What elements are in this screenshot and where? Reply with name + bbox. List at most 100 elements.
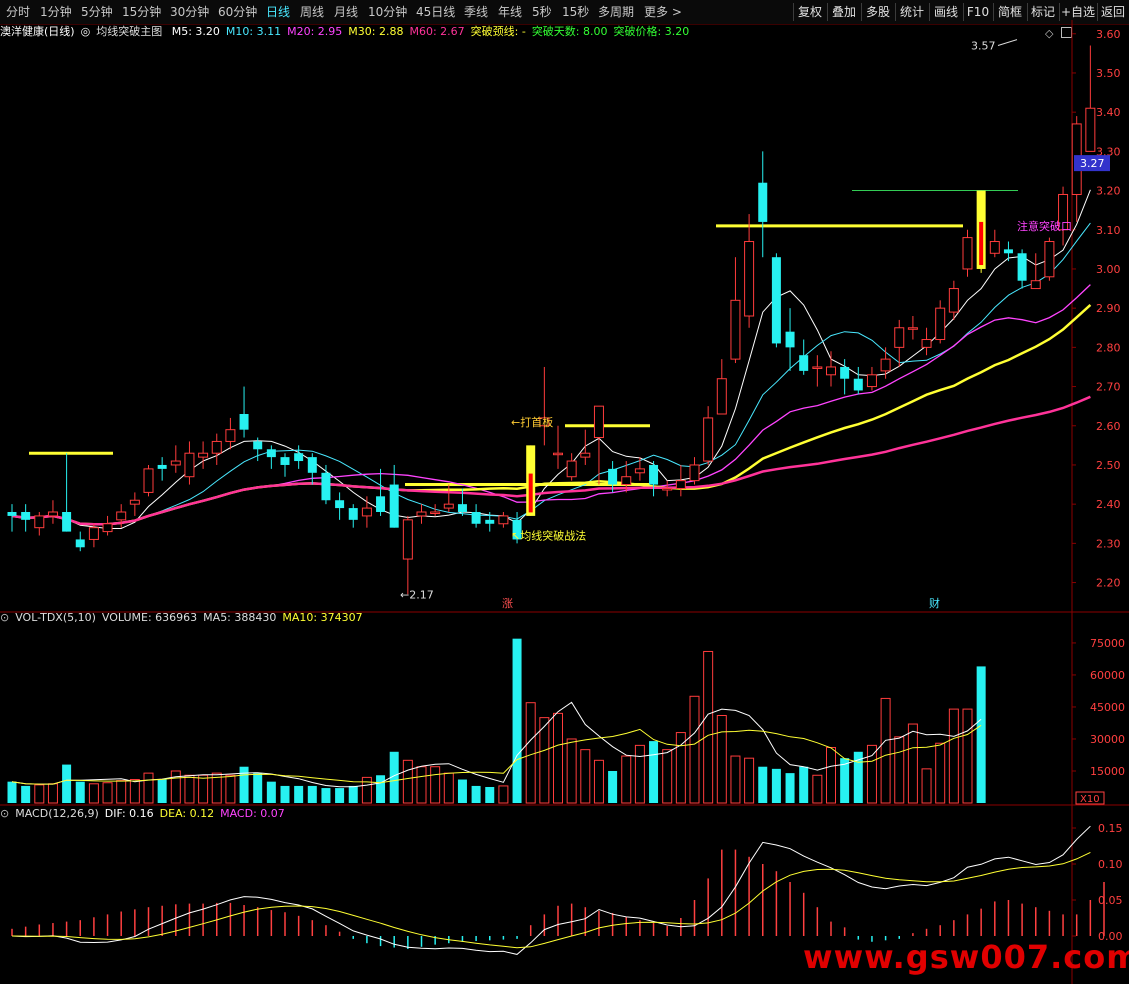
candle-body [239, 414, 249, 430]
volume-bar [129, 779, 140, 804]
volume-tick-label: 45000 [1090, 701, 1125, 714]
candle-body [866, 374, 877, 388]
candle-body [75, 539, 85, 548]
candle-body [553, 452, 563, 456]
candle-body [335, 500, 345, 509]
price-tick-label: 2.60 [1096, 420, 1121, 433]
candle-body [1085, 107, 1096, 152]
candle-core [528, 473, 533, 513]
candle-body [785, 331, 795, 348]
candle-core [979, 221, 984, 266]
ma10-line [11, 222, 1091, 525]
candle-body [1017, 253, 1027, 281]
candle-body [799, 355, 809, 371]
candle-body [812, 366, 823, 369]
candle-body [649, 464, 659, 485]
volume-bar [75, 781, 85, 803]
candle-body [593, 405, 604, 439]
volume-bar [402, 759, 413, 804]
candle-body [184, 452, 195, 478]
price-tick-label: 2.50 [1096, 459, 1121, 472]
candle-body [430, 511, 441, 514]
candle-body [580, 452, 591, 458]
strategy-label: ↖均线突破战法 [511, 529, 586, 543]
volume-bar [266, 781, 276, 803]
price-tick-label: 3.60 [1096, 28, 1121, 41]
volume-bar [47, 783, 58, 804]
volume-bar [198, 774, 209, 804]
candle-body [703, 417, 714, 462]
dif-line [11, 825, 1091, 955]
price-tick-label: 2.20 [1096, 577, 1121, 590]
candle-body [716, 378, 727, 415]
candle-body [47, 511, 58, 517]
finance-marker: 财 [929, 596, 940, 610]
candle-body [198, 452, 209, 458]
limit-up-marker: 涨 [502, 597, 513, 610]
volume-bar [553, 712, 563, 804]
volume-bar [812, 774, 823, 804]
ma20-line [11, 284, 1091, 525]
volume-bar [416, 766, 427, 804]
volume-bar [580, 749, 591, 804]
price-tick-label: 3.20 [1096, 185, 1121, 198]
candle-body [307, 457, 317, 473]
candle-body [7, 512, 17, 516]
candle-body [894, 327, 905, 348]
hit-board-label: ←打首板 [511, 415, 553, 429]
volume-bar [593, 759, 604, 804]
candle-body [1003, 249, 1013, 254]
volume-bar [675, 732, 686, 804]
candle-body [744, 241, 755, 317]
candle-body [921, 339, 932, 348]
candle-body [443, 503, 454, 509]
candle-body [211, 440, 222, 454]
volume-bar [662, 749, 673, 804]
candle-body [675, 480, 686, 489]
candle-body [34, 515, 45, 529]
price-chart[interactable]: 3.603.503.403.303.203.103.002.902.802.70… [0, 20, 1129, 614]
price-tick-label: 2.30 [1096, 537, 1121, 550]
volume-bar [280, 785, 290, 803]
volume-bar [307, 785, 317, 803]
volume-bar [430, 766, 441, 804]
volume-bar [799, 766, 809, 803]
candle-body [129, 499, 140, 505]
volume-tick-label: 75000 [1090, 637, 1125, 650]
volume-bar [116, 780, 127, 804]
volume-bar [512, 638, 522, 803]
volume-bar [88, 783, 99, 804]
volume-bar [894, 736, 905, 804]
candle-body [389, 484, 399, 528]
price-tick-label: 3.40 [1096, 106, 1121, 119]
volume-bar [253, 773, 263, 803]
volume-bar [566, 738, 577, 804]
price-tick-label: 2.70 [1096, 381, 1121, 394]
candle-body [1030, 280, 1041, 290]
volume-bar [102, 782, 113, 804]
volume-chart[interactable]: 75000 60000 45000 30000 15000 X10 [0, 610, 1129, 806]
volume-bar [361, 776, 372, 804]
price-tick-label: 2.40 [1096, 498, 1121, 511]
breakout-label: 注意突破口 [1017, 219, 1072, 233]
volume-bar [21, 785, 31, 803]
candle-body [1044, 241, 1055, 278]
volume-bar [143, 772, 154, 804]
volume-bar [730, 755, 741, 804]
volume-bar [157, 779, 167, 803]
candle-body [948, 288, 959, 313]
volume-bar [170, 770, 181, 804]
candle-body [771, 257, 781, 344]
volume-bar [335, 788, 345, 803]
volume-bar [62, 764, 72, 803]
volume-bar [962, 708, 973, 804]
volume-bar [948, 708, 959, 804]
candle-body [907, 327, 918, 330]
candle-body [758, 182, 768, 222]
candle-body [689, 464, 700, 482]
current-price-label: 3.27 [1080, 157, 1105, 170]
volume-bar [866, 744, 877, 804]
volume-bar [294, 785, 304, 803]
candle-body [471, 512, 481, 524]
volume-bar [771, 768, 781, 803]
